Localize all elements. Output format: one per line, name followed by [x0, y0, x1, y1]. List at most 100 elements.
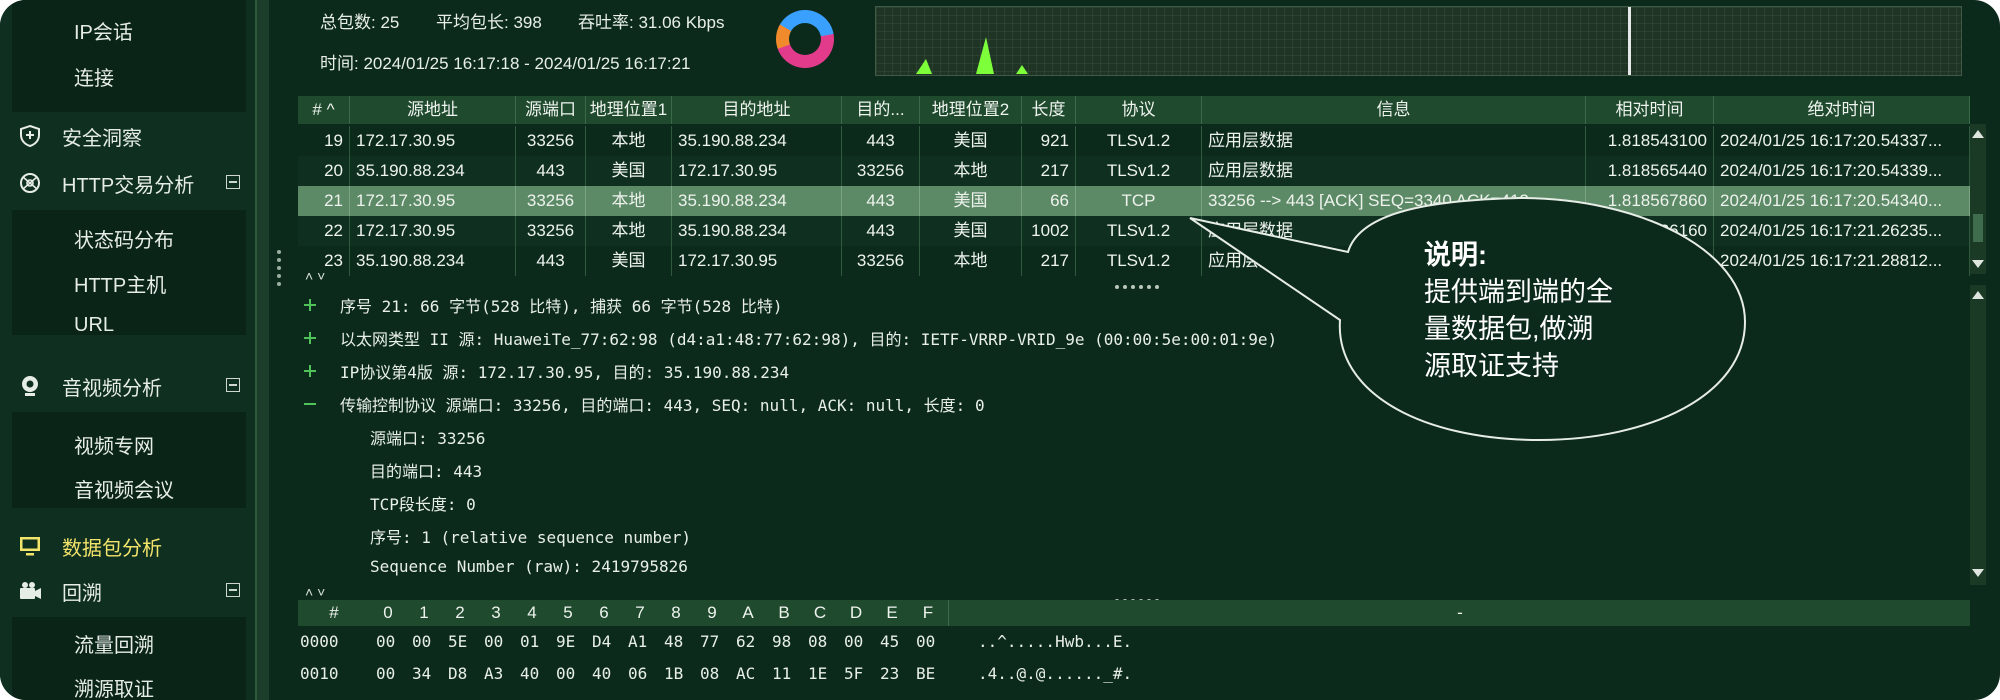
scroll-down-icon[interactable]: [1972, 569, 1984, 577]
col-header-dst-addr[interactable]: 目的地址: [672, 96, 842, 124]
hex-byte[interactable]: 1B: [664, 664, 683, 683]
hex-byte[interactable]: 06: [628, 664, 647, 683]
detail-line-tcp-len[interactable]: TCP段长度: 0: [370, 491, 476, 515]
col-header-abs-time[interactable]: 绝对时间: [1714, 96, 1970, 124]
sidebar-item-trace-back[interactable]: 回溯: [0, 571, 250, 611]
detail-line-ip[interactable]: IP协议第4版 源: 172.17.30.95, 目的: 35.190.88.2…: [340, 359, 789, 383]
hex-byte[interactable]: 48: [664, 632, 683, 651]
expand-icon[interactable]: [304, 365, 316, 377]
hex-byte[interactable]: 00: [484, 632, 503, 651]
hex-byte[interactable]: 11: [772, 664, 791, 683]
col-header-geo1[interactable]: 地理位置1: [586, 96, 672, 124]
sidebar-item-packet-analysis[interactable]: 数据包分析: [0, 526, 250, 566]
hex-byte[interactable]: 1E: [808, 664, 827, 683]
sidebar-item-av-analysis[interactable]: 音视频分析: [0, 366, 250, 406]
scroll-up-icon[interactable]: [1972, 130, 1984, 138]
col-header-geo2[interactable]: 地理位置2: [920, 96, 1022, 124]
hex-byte[interactable]: 00: [556, 664, 575, 683]
cell-geo1: 本地: [586, 216, 672, 246]
collapse-icon[interactable]: [226, 378, 240, 392]
table-row[interactable]: 19 172.17.30.95 33256 本地 35.190.88.234 443 美国 9…: [298, 126, 1970, 156]
detail-line-tcp[interactable]: 传输控制协议 源端口: 33256, 目的端口: 443, SEQ: null,…: [340, 392, 985, 416]
hex-byte[interactable]: 34: [412, 664, 431, 683]
detail-line-src-port[interactable]: 源端口: 33256: [370, 425, 485, 449]
detail-line-seq-raw[interactable]: Sequence Number (raw): 2419795826: [370, 557, 688, 576]
hex-header: # 0 1 2 3 4 5 6 7 8 9 A B C D E F -: [298, 600, 1970, 626]
hex-byte[interactable]: 23: [880, 664, 899, 683]
hex-byte[interactable]: 40: [520, 664, 539, 683]
cell-dst-port: 33256: [842, 156, 920, 186]
hex-byte[interactable]: 00: [376, 632, 395, 651]
detail-line-dst-port[interactable]: 目的端口: 443: [370, 458, 482, 482]
sort-asc-icon[interactable]: ^: [327, 100, 335, 119]
hex-byte[interactable]: 00: [376, 664, 395, 683]
sidebar-item-security-insight[interactable]: 安全洞察: [0, 116, 250, 156]
cell-protocol: TLSv1.2: [1076, 216, 1202, 246]
sidebar-item-forensics[interactable]: 溯源取证: [74, 673, 154, 700]
hex-byte[interactable]: A1: [628, 632, 647, 651]
sidebar-item-url[interactable]: URL: [74, 314, 114, 337]
expand-icon[interactable]: [304, 332, 316, 344]
hex-byte[interactable]: 08: [700, 664, 719, 683]
detail-line-frame[interactable]: 序号 21: 66 字节(528 比特), 捕获 66 字节(528 比特): [340, 293, 782, 317]
collapse-icon[interactable]: [226, 583, 240, 597]
hex-byte[interactable]: 5E: [448, 632, 467, 651]
sidebar-item-connection[interactable]: 连接: [74, 62, 114, 91]
col-header-length[interactable]: 长度: [1022, 96, 1076, 124]
sidebar-item-http-analysis[interactable]: HTTP交易分析: [0, 163, 250, 203]
hex-byte[interactable]: 00: [916, 632, 935, 651]
table-row[interactable]: 21 172.17.30.95 33256 本地 35.190.88.234 443 美国 6…: [298, 186, 1970, 216]
sidebar-item-ip-session[interactable]: IP会话: [74, 16, 133, 45]
hex-byte[interactable]: D8: [448, 664, 467, 683]
col-header-src-addr[interactable]: 源地址: [350, 96, 516, 124]
hex-byte[interactable]: 45: [880, 632, 899, 651]
hex-byte[interactable]: 9E: [556, 632, 575, 651]
splitter-dots[interactable]: [1115, 590, 1163, 603]
hex-byte[interactable]: AC: [736, 664, 755, 683]
hex-ascii[interactable]: .4..@.@......_#.: [978, 664, 1132, 683]
table-row[interactable]: 20 35.190.88.234 443 美国 172.17.30.95 33256 本地 2…: [298, 156, 1970, 186]
splitter-dots[interactable]: [1115, 276, 1163, 289]
scroll-up-icon[interactable]: [1972, 291, 1984, 299]
col-header-dst-port[interactable]: 目的...: [842, 96, 920, 124]
col-header-index[interactable]: # ^: [298, 96, 350, 124]
sidebar-item-traffic-trace[interactable]: 流量回溯: [74, 629, 154, 658]
sidebar-splitter[interactable]: [255, 0, 269, 700]
hex-byte[interactable]: 40: [592, 664, 611, 683]
hex-byte[interactable]: 00: [844, 632, 863, 651]
scroll-thumb[interactable]: [1973, 214, 1983, 242]
hex-byte[interactable]: 00: [412, 632, 431, 651]
col-header-rel-time[interactable]: 相对时间: [1586, 96, 1714, 124]
cell-geo1: 本地: [586, 126, 672, 156]
hex-byte[interactable]: 98: [772, 632, 791, 651]
hex-byte[interactable]: 5F: [844, 664, 863, 683]
detail-line-seq[interactable]: 序号: 1 (relative sequence number): [370, 524, 691, 548]
collapse-icon[interactable]: [226, 175, 240, 189]
collapse-tree-icon[interactable]: [304, 398, 316, 410]
hex-byte[interactable]: 62: [736, 632, 755, 651]
hex-ascii[interactable]: ..^.....Hwb...E.: [978, 632, 1132, 651]
scroll-down-icon[interactable]: [1972, 260, 1984, 268]
hex-byte[interactable]: BE: [916, 664, 935, 683]
hex-byte[interactable]: 01: [520, 632, 539, 651]
sidebar-item-video-network[interactable]: 视频专网: [74, 430, 154, 459]
table-scrollbar[interactable]: [1970, 124, 1986, 274]
detail-line-ethernet[interactable]: 以太网类型 II 源: HuaweiTe_77:62:98 (d4:a1:48:…: [340, 326, 1277, 350]
hex-byte[interactable]: D4: [592, 632, 611, 651]
resize-handle[interactable]: [277, 250, 281, 294]
hex-byte[interactable]: 08: [808, 632, 827, 651]
detail-scrollbar[interactable]: [1970, 285, 1986, 585]
pane-collapse-control[interactable]: ˄ ˅: [305, 584, 325, 600]
sidebar-item-av-conference[interactable]: 音视频会议: [74, 474, 174, 503]
col-header-info[interactable]: 信息: [1202, 96, 1586, 124]
hex-byte[interactable]: A3: [484, 664, 503, 683]
expand-icon[interactable]: [304, 299, 316, 311]
sidebar-item-http-host[interactable]: HTTP主机: [74, 269, 166, 298]
pane-collapse-control[interactable]: ˄ ˅: [305, 268, 325, 284]
col-header-src-port[interactable]: 源端口: [516, 96, 586, 124]
table-row[interactable]: 22 172.17.30.95 33256 本地 35.190.88.234 443 美国 1…: [298, 216, 1970, 246]
table-row[interactable]: 23 35.190.88.234 443 美国 172.17.30.95 33256 本地 2…: [298, 246, 1970, 276]
sidebar-item-status-code[interactable]: 状态码分布: [74, 224, 174, 253]
hex-byte[interactable]: 77: [700, 632, 719, 651]
col-header-protocol[interactable]: 协议: [1076, 96, 1202, 124]
